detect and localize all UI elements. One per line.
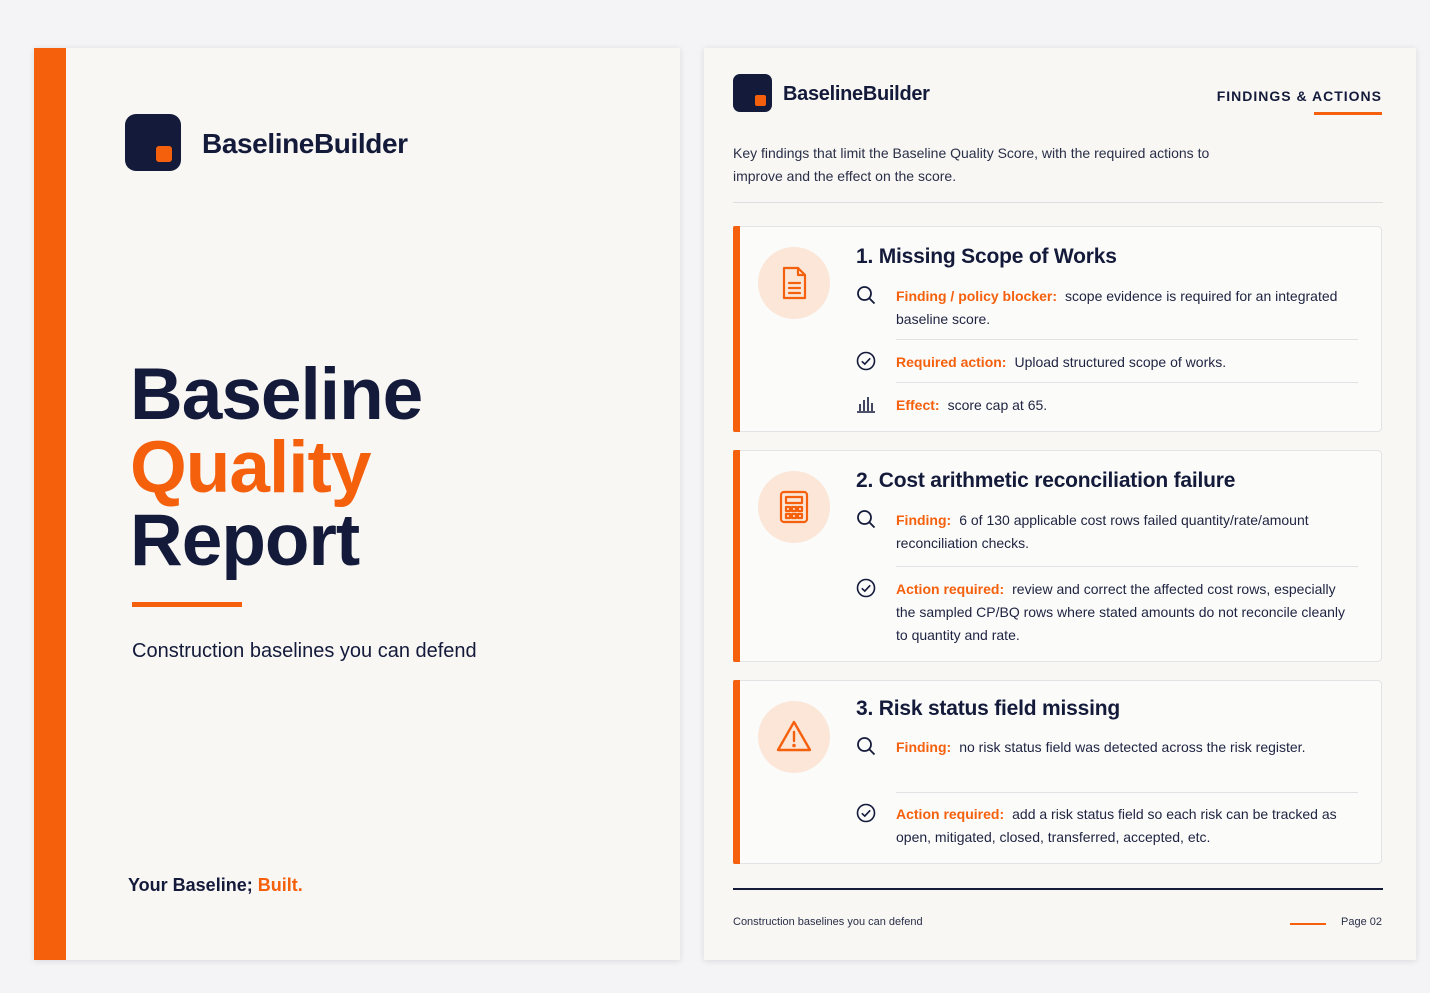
search-icon	[857, 286, 876, 305]
finding-card: 2. Cost arithmetic reconciliation failur…	[733, 450, 1382, 662]
search-icon	[857, 737, 876, 756]
footer-accent-dash	[1290, 923, 1326, 925]
row-label: Finding:	[896, 512, 952, 528]
brand-logo-icon	[125, 114, 181, 171]
check-circle-icon	[856, 803, 876, 823]
bar-chart-icon	[857, 397, 875, 413]
finding-card: 1. Missing Scope of Works Finding / poli…	[733, 226, 1382, 432]
cover-title-line-3: Report	[130, 500, 360, 581]
cover-title: Baseline Quality Report	[130, 354, 423, 581]
page-brand-name: BaselineBuilder	[783, 83, 930, 105]
intro-divider	[733, 202, 1383, 203]
section-label: FINDINGS & ACTIONS	[1216, 88, 1382, 104]
cover-footer-slogan: Your Baseline; Built.	[128, 875, 303, 896]
section-label-underline	[1314, 112, 1382, 115]
row-label: Action required:	[896, 581, 1005, 597]
intro-text: Key findings that limit the Baseline Qua…	[733, 145, 1210, 184]
page-number: Page 02	[1341, 916, 1382, 928]
check-circle-icon	[856, 351, 876, 371]
cover-brand-name: BaselineBuilder	[202, 128, 408, 159]
cover-footer-main: Your Baseline;	[128, 875, 253, 895]
cover-accent-stripe	[34, 48, 66, 960]
row-divider	[896, 339, 1358, 340]
cover-footer-accent: Built.	[257, 875, 303, 895]
row-label: Finding / policy blocker:	[896, 288, 1058, 304]
finding-title: 3. Risk status field missing	[856, 697, 1120, 720]
footer-divider	[733, 888, 1383, 890]
finding-title: 1. Missing Scope of Works	[856, 245, 1117, 268]
row-text: 6 of 130 applicable cost rows failed qua…	[896, 512, 1309, 551]
row-text: Upload structured scope of works.	[1014, 354, 1227, 370]
row-label: Finding:	[896, 739, 952, 755]
row-text: no risk status field was detected across…	[959, 739, 1306, 755]
row-divider	[896, 382, 1358, 383]
row-label: Required action:	[896, 354, 1007, 370]
finding-title: 2. Cost arithmetic reconciliation failur…	[856, 469, 1236, 492]
cover-title-line-2: Quality	[130, 427, 371, 508]
cover-title-underline	[132, 602, 242, 607]
brand-logo-icon	[733, 74, 772, 112]
cover-page: BaselineBuilder Baseline Quality Report …	[34, 48, 680, 960]
cover-tagline: Construction baselines you can defend	[132, 640, 477, 662]
search-icon	[857, 510, 876, 529]
document-icon	[758, 247, 830, 319]
row-divider	[896, 792, 1358, 793]
row-text: score cap at 65.	[947, 397, 1048, 413]
check-circle-icon	[856, 578, 876, 598]
row-label: Effect:	[896, 397, 940, 413]
finding-card: 3. Risk status field missing Finding: no …	[733, 680, 1382, 864]
warning-icon	[758, 701, 830, 773]
row-divider	[896, 566, 1358, 567]
footer-tagline: Construction baselines you can defend	[733, 916, 923, 928]
calculator-icon	[758, 471, 830, 543]
findings-page: BaselineBuilder FINDINGS & ACTIONS Key f…	[704, 48, 1416, 960]
row-label: Action required:	[896, 806, 1005, 822]
cover-title-line-1: Baseline	[130, 354, 423, 435]
